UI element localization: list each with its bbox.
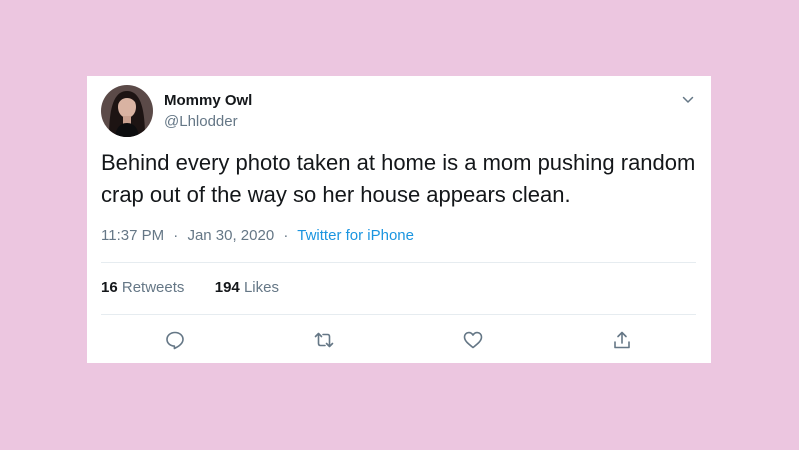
share-icon[interactable] — [611, 329, 633, 351]
tweet-source-link[interactable]: Twitter for iPhone — [297, 227, 414, 244]
retweets-stat[interactable]: 16 Retweets — [101, 279, 189, 296]
like-count: 194 — [214, 279, 240, 296]
tweet-card: Mommy Owl @Lhlodder Behind every photo t… — [87, 76, 711, 363]
chevron-down-icon[interactable] — [681, 93, 695, 107]
retweet-count: 16 — [101, 279, 118, 296]
author-handle[interactable]: @Lhlodder — [164, 113, 238, 131]
divider — [101, 262, 696, 263]
tweet-time[interactable]: 11:37 PM — [101, 227, 164, 244]
avatar[interactable] — [101, 85, 153, 137]
separator-dot: · — [173, 227, 179, 244]
retweets-label: Retweets — [121, 279, 185, 296]
author-display-name[interactable]: Mommy Owl — [164, 92, 252, 110]
heart-icon[interactable] — [462, 329, 484, 351]
separator-dot: · — [283, 227, 289, 244]
reply-icon[interactable] — [164, 329, 186, 351]
tweet-date[interactable]: Jan 30, 2020 — [187, 227, 274, 244]
tweet-text: Behind every photo taken at home is a mo… — [101, 150, 696, 207]
likes-label: Likes — [243, 279, 279, 296]
tweet-meta: 11:37 PM · Jan 30, 2020 · Twitter for iP… — [101, 227, 414, 245]
retweet-icon[interactable] — [313, 329, 335, 351]
tweet-stats: 16 Retweets 194 Likes — [101, 279, 279, 297]
divider — [101, 314, 696, 315]
likes-stat[interactable]: 194 Likes — [215, 279, 279, 296]
